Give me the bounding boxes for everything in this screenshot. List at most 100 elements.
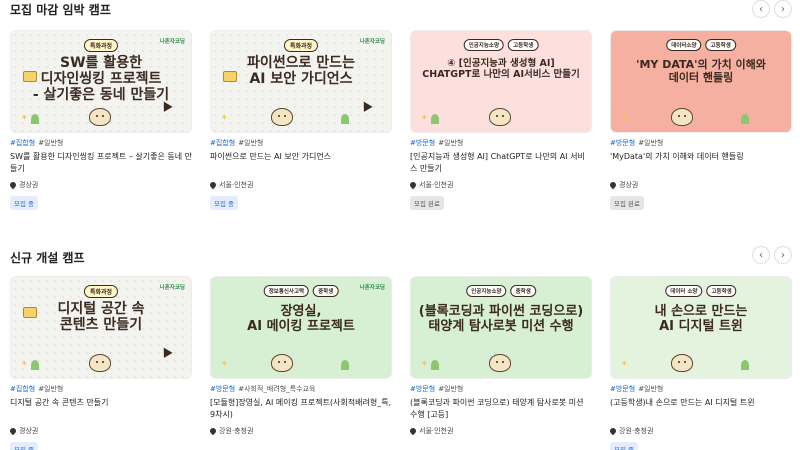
card-region: 경상권 bbox=[8, 426, 192, 436]
location-pin-icon bbox=[208, 180, 218, 190]
card-tag: #집합형 bbox=[10, 385, 36, 393]
camp-thumbnail[interactable]: 나혼자코딩 정보통신사고력 중학생장영실, AI 메이킹 프로젝트 ✦ bbox=[210, 276, 392, 379]
card-tags: #방문형 #일반형 bbox=[410, 384, 592, 394]
sparkle-icon: ✦ bbox=[21, 113, 28, 122]
sparkle-icon: ✦ bbox=[421, 113, 428, 122]
card-tags: #집합형 #일반형 bbox=[210, 138, 392, 148]
thumbnail-tags: 정보통신사고력 중학생 bbox=[263, 285, 339, 297]
camp-card[interactable]: 인공지능소양 중학생 (블록코딩과 파이썬 코딩으로) 태양계 탐사로봇 미션 수행… bbox=[408, 276, 592, 450]
thumbnail-title: 장영실, AI 메이킹 프로젝트 bbox=[247, 304, 355, 334]
thumbnail-tags: 데이터소양 고등학생 bbox=[666, 39, 736, 51]
thumbnail-title: SW를 활용한 디자인씽킹 프로젝트 - 살기좋은 동네 만들기 bbox=[32, 55, 170, 104]
sparkle-icon: ✦ bbox=[621, 113, 628, 122]
mascot-icon bbox=[271, 108, 293, 126]
chevron-right-icon: › bbox=[781, 3, 785, 15]
card-title[interactable]: (고등학생)내 손으로 만드는 AI 디지털 트윈 bbox=[610, 397, 792, 422]
thumbnail-logo: 나혼자코딩 bbox=[359, 285, 385, 291]
region-label: 경상권 bbox=[619, 181, 639, 189]
card-region: 강원·충청권 bbox=[608, 426, 792, 436]
camp-card[interactable]: 나혼자코딩 특화과정 SW를 활용한 디자인씽킹 프로젝트 - 살기좋은 동네 만들… bbox=[8, 30, 192, 210]
thumbnail-badge: 특화과정 bbox=[83, 39, 119, 52]
section-title: 신규 개설 캠프 bbox=[10, 251, 85, 265]
status-badge: 모집 중 bbox=[10, 196, 39, 210]
sparkle-icon: ✦ bbox=[21, 359, 28, 368]
location-pin-icon bbox=[408, 180, 418, 190]
section-closing-soon: 모집 마감 임박 캠프 ‹ › 나혼자코딩 특화과정 SW를 활용한 디자인씽킹 프… bbox=[0, 0, 800, 240]
location-pin-icon bbox=[408, 426, 418, 436]
camp-card[interactable]: 인공지능소양 고등학생 ④ [인공지능과 생성형 AI] CHATGPT로 나만의 … bbox=[408, 30, 592, 210]
status-badge: 모집 중 bbox=[210, 196, 239, 210]
camp-thumbnail[interactable]: 인공지능소양 중학생 (블록코딩과 파이썬 코딩으로) 태양계 탐사로봇 미션 수행… bbox=[410, 276, 592, 379]
region-label: 서울·인천권 bbox=[419, 181, 454, 189]
sprout-icon bbox=[31, 114, 39, 124]
chevron-right-icon: › bbox=[781, 249, 785, 261]
carousel-nav: ‹ › bbox=[752, 0, 792, 18]
camp-card[interactable]: 나혼자코딩 정보통신사고력 중학생 장영실, AI 메이킹 프로젝트 ✦ #방문형 #사회적… bbox=[208, 276, 392, 450]
thumbnail-tags: 데이터 소양 고등학생 bbox=[665, 285, 737, 297]
camp-thumbnail[interactable]: 나혼자코딩 특화과정 파이썬으로 만드는 AI 보안 가디언스 ✦ bbox=[210, 30, 392, 133]
thumbnail-tag: 정보통신사고력 bbox=[263, 285, 310, 297]
camp-card[interactable]: 나혼자코딩 특화과정 파이썬으로 만드는 AI 보안 가디언스 ✦ #집합형 #일반형 파이… bbox=[208, 30, 392, 210]
card-title[interactable]: SW를 활용한 디자인씽킹 프로젝트 – 살기좋은 동네 만들기 bbox=[10, 151, 192, 176]
sparkle-icon: ✦ bbox=[221, 113, 228, 122]
thumbnail-title: 디지털 공간 속 콘텐츠 만들기 bbox=[57, 301, 145, 334]
card-region: 서울·인천권 bbox=[208, 180, 392, 190]
camp-card[interactable]: 데이터 소양 고등학생 내 손으로 만드는 AI 디지털 트윈 ✦ #방문형 #일반형 (고… bbox=[608, 276, 792, 450]
sprout-icon bbox=[341, 360, 349, 370]
camp-thumbnail[interactable]: 나혼자코딩 특화과정 SW를 활용한 디자인씽킹 프로젝트 - 살기좋은 동네 만들… bbox=[10, 30, 192, 133]
sprout-icon bbox=[741, 360, 749, 370]
camp-thumbnail[interactable]: 인공지능소양 고등학생 ④ [인공지능과 생성형 AI] CHATGPT로 나만의 … bbox=[410, 30, 592, 133]
thumbnail-title: ④ [인공지능과 생성형 AI] CHATGPT로 나만의 AI서비스 만들기 bbox=[422, 58, 580, 80]
status-badge: 모집 완료 bbox=[610, 196, 644, 210]
thumbnail-tag: 고등학생 bbox=[508, 39, 539, 51]
sparkle-icon: ✦ bbox=[221, 359, 228, 368]
thumbnail-tag: 인공지능소양 bbox=[463, 39, 505, 51]
mascot-icon bbox=[271, 354, 293, 372]
location-pin-icon bbox=[208, 426, 218, 436]
card-tag: #방문형 bbox=[610, 385, 636, 393]
card-region: 서울·인천권 bbox=[408, 180, 592, 190]
card-tag: #일반형 bbox=[38, 385, 64, 393]
chevron-left-icon: ‹ bbox=[759, 249, 763, 261]
card-region: 강원·충청권 bbox=[208, 426, 392, 436]
camp-card[interactable]: 나혼자코딩 특화과정 디지털 공간 속 콘텐츠 만들기 ✦ #집합형 #일반형 디지털 공간… bbox=[8, 276, 192, 450]
card-title[interactable]: [모듈형]장영실, AI 메이킹 프로젝트(사회적배려형_특, 9차시) bbox=[210, 397, 392, 422]
thumbnail-title: 내 손으로 만드는 AI 디지털 트윈 bbox=[654, 304, 748, 334]
camp-thumbnail[interactable]: 나혼자코딩 특화과정 디지털 공간 속 콘텐츠 만들기 ✦ bbox=[10, 276, 192, 379]
next-button[interactable]: › bbox=[774, 246, 792, 264]
card-title[interactable]: [인공지능과 생성형 AI] ChatGPT로 나만의 AI 서비스 만들기 bbox=[410, 151, 592, 176]
sprout-icon bbox=[431, 360, 439, 370]
status-badge: 모집 중 bbox=[10, 442, 39, 450]
camp-thumbnail[interactable]: 데이터소양 고등학생 'MY DATA'의 가치 이해와 데이터 핸들링 ✦ bbox=[610, 30, 792, 133]
card-tag: #일반형 bbox=[38, 139, 64, 147]
card-tag: #방문형 bbox=[610, 139, 636, 147]
prev-button[interactable]: ‹ bbox=[752, 246, 770, 264]
mascot-icon bbox=[671, 108, 693, 126]
section-new-camps: 신규 개설 캠프 ‹ › 나혼자코딩 특화과정 디지털 공간 속 콘텐츠 만들기 ✦ #… bbox=[0, 245, 800, 450]
thumbnail-logo: 나혼자코딩 bbox=[359, 39, 385, 45]
card-title[interactable]: (블록코딩과 파이썬 코딩으로) 태양계 탐사로봇 미션 수행 [고등] bbox=[410, 397, 592, 422]
camp-thumbnail[interactable]: 데이터 소양 고등학생 내 손으로 만드는 AI 디지털 트윈 ✦ bbox=[610, 276, 792, 379]
location-pin-icon bbox=[8, 426, 18, 436]
card-tag: #집합형 bbox=[210, 139, 236, 147]
next-button[interactable]: › bbox=[774, 0, 792, 18]
card-tags: #집합형 #일반형 bbox=[10, 138, 192, 148]
sparkle-icon: ✦ bbox=[421, 359, 428, 368]
card-title[interactable]: 'MyData'의 가치 이해와 데이터 핸들링 bbox=[610, 151, 792, 176]
prev-button[interactable]: ‹ bbox=[752, 0, 770, 18]
card-title[interactable]: 디지털 공간 속 콘텐츠 만들기 bbox=[10, 397, 192, 422]
region-label: 서울·인천권 bbox=[219, 181, 254, 189]
card-tag: #방문형 bbox=[410, 385, 436, 393]
mascot-icon bbox=[489, 354, 511, 372]
thumbnail-tag: 데이터 소양 bbox=[665, 285, 703, 297]
thumbnail-tag: 중학생 bbox=[510, 285, 536, 297]
region-label: 경상권 bbox=[19, 181, 39, 189]
card-title[interactable]: 파이썬으로 만드는 AI 보안 가디언스 bbox=[210, 151, 392, 176]
thumbnail-badge: 특화과정 bbox=[283, 39, 319, 52]
card-tag: #집합형 bbox=[10, 139, 36, 147]
camp-card[interactable]: 데이터소양 고등학생 'MY DATA'의 가치 이해와 데이터 핸들링 ✦ #방문형 #… bbox=[608, 30, 792, 210]
card-region: 서울·인천권 bbox=[408, 426, 592, 436]
card-region: 경상권 bbox=[8, 180, 192, 190]
card-tag: #일반형 bbox=[438, 139, 464, 147]
folder-icon bbox=[23, 307, 37, 318]
